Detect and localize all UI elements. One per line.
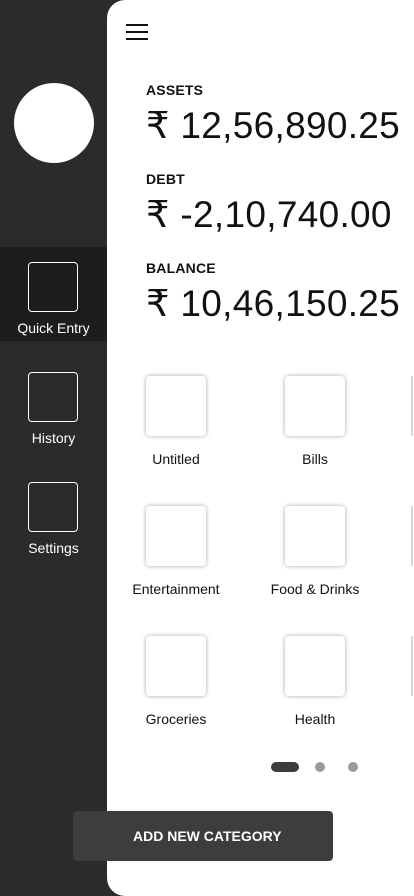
- category-icon: [285, 636, 345, 696]
- category-label: Health: [294, 711, 336, 727]
- category-icon: [146, 506, 206, 566]
- sidebar-item-label: Quick Entry: [17, 320, 90, 336]
- quick-entry-icon: [28, 262, 78, 312]
- hamburger-menu-icon[interactable]: [126, 23, 148, 41]
- category-peek: [411, 376, 413, 436]
- page-dot-1[interactable]: [271, 762, 299, 772]
- category-icon: [285, 506, 345, 566]
- avatar[interactable]: [14, 83, 94, 163]
- debt-value: ₹ -2,10,740.00: [146, 194, 392, 235]
- assets-label: ASSETS: [146, 82, 204, 98]
- category-icon: [146, 376, 206, 436]
- history-icon: [28, 372, 78, 422]
- debt-label: DEBT: [146, 171, 185, 187]
- assets-value: ₹ 12,56,890.25: [146, 105, 401, 146]
- main-panel: ASSETS ₹ 12,56,890.25 DEBT ₹ -2,10,740.0…: [107, 0, 414, 896]
- sidebar-item-settings[interactable]: Settings: [0, 467, 107, 561]
- add-new-category-label: ADD NEW CATEGORY: [133, 828, 282, 844]
- sidebar: Quick Entry History Settings: [0, 0, 107, 896]
- balance-value: ₹ 10,46,150.25: [146, 283, 401, 324]
- balance-label: BALANCE: [146, 260, 216, 276]
- add-new-category-button[interactable]: ADD NEW CATEGORY: [73, 811, 333, 861]
- sidebar-item-label: History: [31, 430, 76, 446]
- settings-icon: [28, 482, 78, 532]
- category-label: Untitled: [152, 451, 200, 467]
- sidebar-item-history[interactable]: History: [0, 357, 107, 451]
- category-peek: [411, 636, 413, 696]
- category-label: Entertainment: [132, 581, 220, 597]
- category-icon: [285, 376, 345, 436]
- category-label: Bills: [302, 451, 328, 467]
- sidebar-item-quick-entry[interactable]: Quick Entry: [0, 247, 107, 341]
- page-dot-3[interactable]: [348, 762, 358, 772]
- sidebar-item-label: Settings: [28, 540, 79, 556]
- page-dot-2[interactable]: [315, 762, 325, 772]
- category-label: Groceries: [145, 711, 207, 727]
- category-peek: [411, 506, 413, 566]
- category-icon: [146, 636, 206, 696]
- category-label: Food & Drinks: [270, 581, 360, 597]
